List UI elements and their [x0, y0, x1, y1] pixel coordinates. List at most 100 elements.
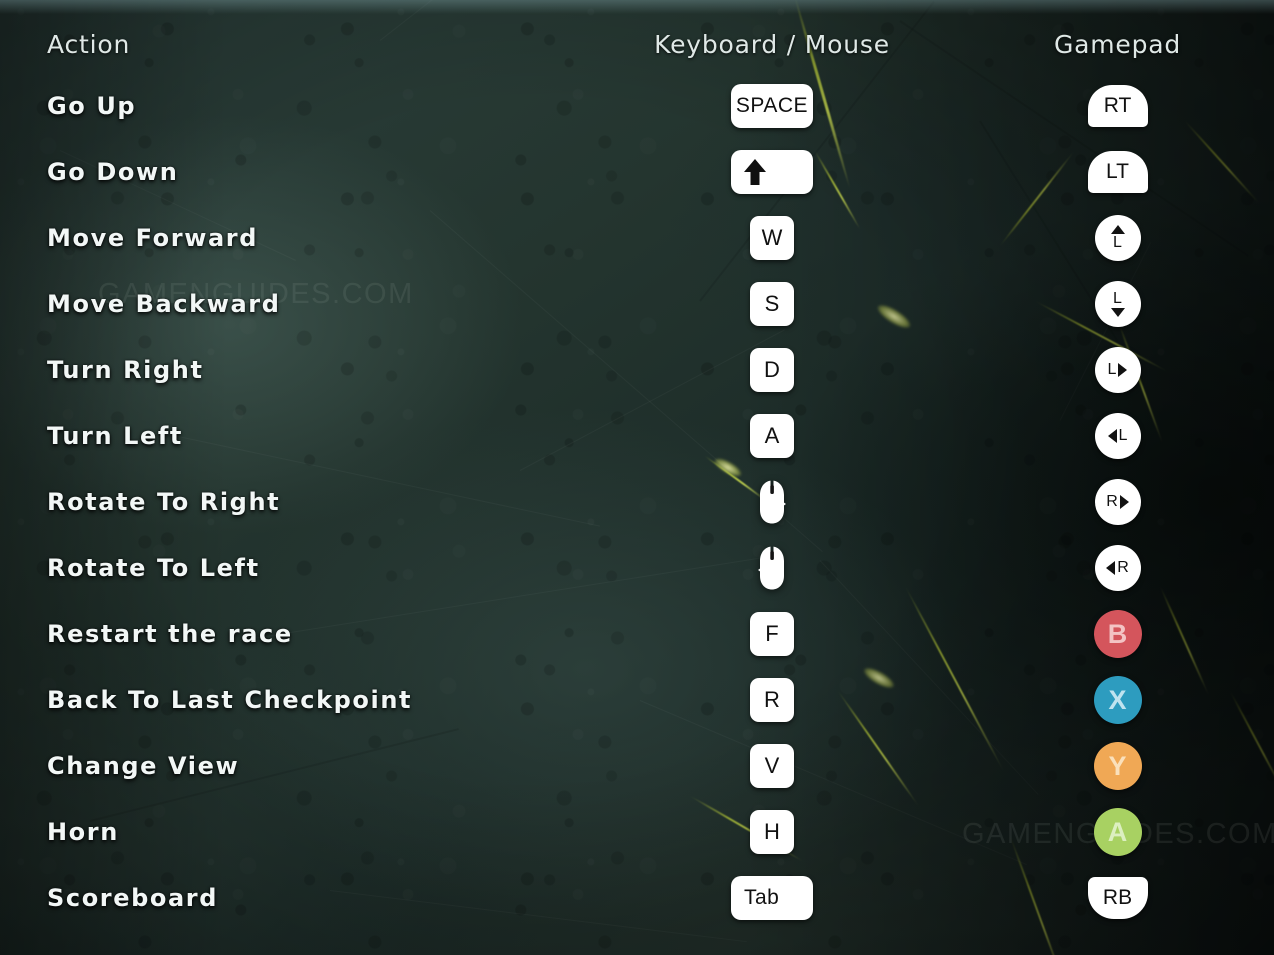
cell-keyboard-binding: R	[607, 667, 937, 733]
key-h[interactable]: H	[750, 810, 794, 854]
cell-keyboard-binding: V	[607, 733, 937, 799]
cell-gamepad-binding: X	[1000, 667, 1235, 733]
gamepad-button-label: A	[1107, 816, 1128, 847]
cell-action: Turn Right	[47, 337, 204, 403]
stick-label: L	[1113, 234, 1122, 251]
cell-action: Change View	[47, 733, 239, 799]
table-row: Rotate To Left R	[0, 535, 1274, 601]
header-cell-action: Action	[47, 11, 130, 77]
action-label: Move Forward	[47, 224, 258, 252]
cell-gamepad-binding: R	[1000, 535, 1235, 601]
key-w[interactable]: W	[750, 216, 794, 260]
action-label: Change View	[47, 752, 240, 780]
table-row: Move Backward S L	[0, 271, 1274, 337]
table-header-row: Action Keyboard / Mouse Gamepad	[0, 11, 1274, 77]
cell-action: Back To Last Checkpoint	[47, 667, 412, 733]
gamepad-stick-l-right[interactable]: L	[1094, 347, 1141, 393]
cell-keyboard-binding: S	[607, 271, 937, 337]
cell-action: Move Forward	[47, 205, 258, 271]
gamepad-stick-r-right[interactable]: R	[1094, 479, 1141, 525]
cell-keyboard-binding: A	[607, 403, 937, 469]
gamepad-trigger-rt[interactable]: RT	[1087, 85, 1148, 127]
key-tab[interactable]: Tab	[731, 876, 813, 920]
header-cell-gamepad: Gamepad	[1000, 11, 1235, 77]
key-s[interactable]: S	[750, 282, 794, 326]
action-label: Rotate To Left	[47, 554, 260, 582]
cell-action: Go Up	[47, 73, 136, 139]
cell-action: Turn Left	[47, 403, 183, 469]
gamepad-stick-l-left[interactable]: L	[1094, 413, 1141, 459]
table-row: Back To Last Checkpoint R X	[0, 667, 1274, 733]
key-arrow-up[interactable]	[731, 150, 813, 194]
table-row: Move Forward W L	[0, 205, 1274, 271]
key-a[interactable]: A	[750, 414, 794, 458]
action-label: Restart the race	[47, 620, 293, 648]
stick-label: L	[1118, 427, 1128, 444]
cell-gamepad-binding: A	[1000, 799, 1235, 865]
gamepad-button-label: RB	[1102, 886, 1133, 909]
key-label: H	[764, 819, 780, 844]
table-row: Turn Right D L	[0, 337, 1274, 403]
key-d[interactable]: D	[750, 348, 794, 392]
key-label: Tab	[744, 886, 780, 909]
arrow-left-icon	[1106, 561, 1116, 575]
cell-action: Rotate To Left	[47, 535, 260, 601]
gamepad-button-label: B	[1107, 618, 1128, 649]
header-label-action: Action	[47, 29, 131, 59]
cell-gamepad-binding: L	[1000, 337, 1235, 403]
cell-action: Scoreboard	[47, 865, 218, 931]
gamepad-button-label: LT	[1106, 160, 1129, 183]
key-label: S	[764, 291, 780, 316]
gamepad-stick-r-left[interactable]: R	[1094, 545, 1141, 591]
cell-gamepad-binding: L	[1000, 271, 1235, 337]
gamepad-button-label: X	[1108, 684, 1127, 715]
mouse-move-right-icon	[755, 479, 789, 525]
stick-label: L	[1113, 290, 1122, 307]
key-r[interactable]: R	[750, 678, 794, 722]
gamepad-button-label: RT	[1103, 94, 1132, 117]
action-label: Rotate To Right	[47, 488, 281, 516]
gamepad-button-y[interactable]: Y	[1093, 742, 1142, 790]
arrow-up-icon	[1110, 225, 1125, 234]
gamepad-button-label: Y	[1108, 750, 1127, 781]
gamepad-button-x[interactable]: X	[1093, 676, 1142, 724]
cell-keyboard-binding: Tab	[607, 865, 937, 931]
gamepad-button-b[interactable]: B	[1093, 610, 1142, 658]
gamepad-trigger-lt[interactable]: LT	[1087, 151, 1148, 193]
cell-keyboard-binding	[607, 469, 937, 535]
arrow-right-icon	[1118, 363, 1128, 377]
gamepad-stick-l-down[interactable]: L	[1094, 281, 1141, 327]
gamepad-button-a[interactable]: A	[1093, 808, 1142, 856]
key-space[interactable]: SPACE	[731, 84, 813, 128]
action-label: Move Backward	[47, 290, 281, 318]
stick-label: R	[1106, 493, 1118, 510]
key-f[interactable]: F	[750, 612, 794, 656]
key-label: D	[764, 357, 780, 382]
cell-action: Go Down	[47, 139, 178, 205]
key-label: A	[764, 423, 780, 448]
arrow-down-icon	[1110, 308, 1125, 317]
cell-keyboard-binding: H	[607, 799, 937, 865]
key-label: W	[761, 225, 783, 250]
cell-gamepad-binding: RB	[1000, 865, 1235, 931]
key-label: F	[765, 621, 779, 646]
action-label: Back To Last Checkpoint	[47, 686, 413, 714]
stick-label: R	[1117, 559, 1129, 576]
cell-keyboard-binding: W	[607, 205, 937, 271]
table-row: Change View V Y	[0, 733, 1274, 799]
cell-action: Restart the race	[47, 601, 293, 667]
cell-gamepad-binding: L	[1000, 403, 1235, 469]
header-cell-keyboard: Keyboard / Mouse	[607, 11, 937, 77]
table-row: Go Down LT	[0, 139, 1274, 205]
cell-action: Move Backward	[47, 271, 281, 337]
action-label: Go Up	[47, 92, 137, 120]
table-row: Turn Left A L	[0, 403, 1274, 469]
gamepad-stick-l-up[interactable]: L	[1094, 215, 1141, 261]
cell-action: Horn	[47, 799, 119, 865]
gamepad-bumper-rb[interactable]: RB	[1087, 877, 1148, 919]
action-label: Turn Right	[47, 356, 204, 384]
cell-gamepad-binding: RT	[1000, 73, 1235, 139]
cell-gamepad-binding: B	[1000, 601, 1235, 667]
table-row: Horn H A	[0, 799, 1274, 865]
key-v[interactable]: V	[750, 744, 794, 788]
